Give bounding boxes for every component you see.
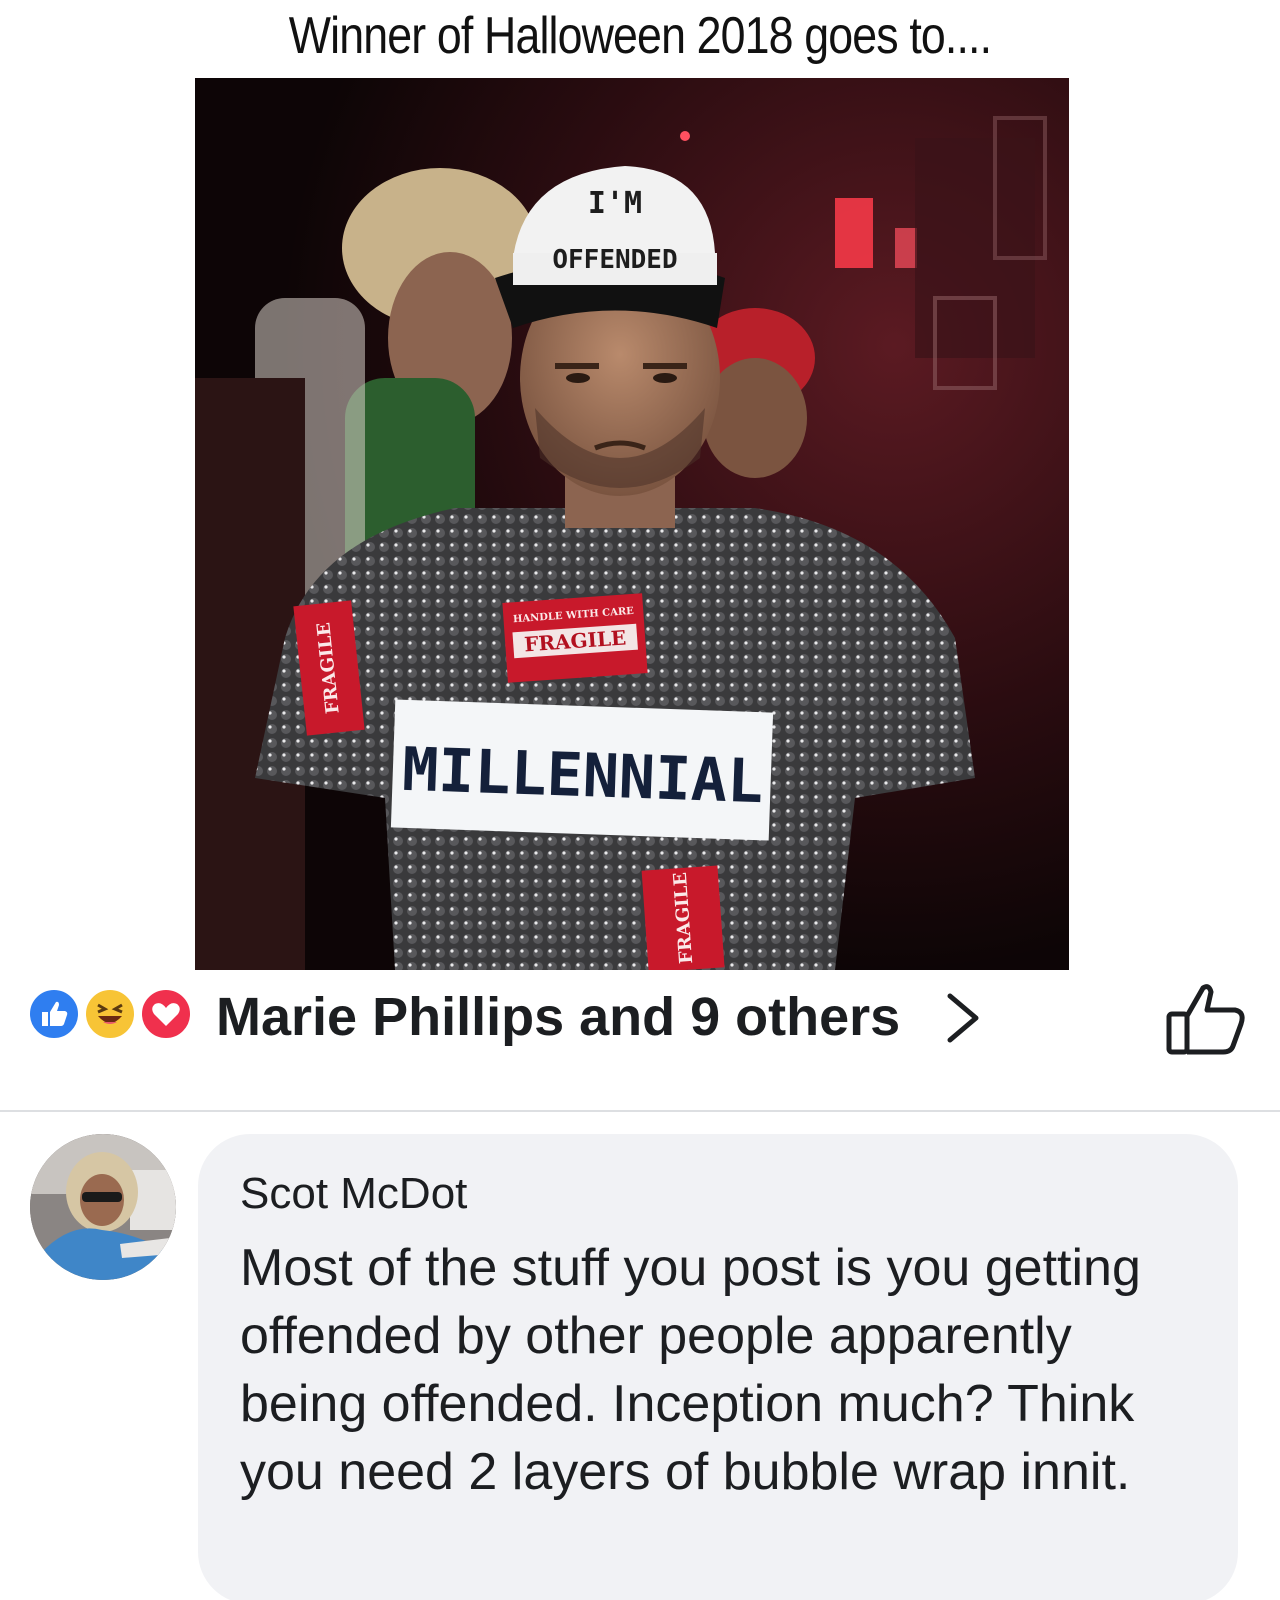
like-button-icon[interactable] [1161,978,1251,1058]
like-icon [26,986,82,1042]
photo-illustration: I'M OFFENDED MILLENNIAL FRAGILE HANDLE W… [195,78,1069,970]
love-icon [138,986,194,1042]
hat-text-line1: I'M [588,186,642,221]
chevron-right-icon[interactable] [936,990,992,1046]
comment-text: Most of the stuff you post is you gettin… [240,1239,1141,1501]
reactions-bar[interactable]: Marie Phillips and 9 others [26,978,1256,1055]
haha-icon [82,986,138,1042]
commenter-avatar[interactable] [30,1134,176,1280]
facebook-post-screenshot: Winner of Halloween 2018 goes to.... I'M… [0,0,1280,1600]
reaction-icons[interactable] [26,986,206,1042]
comment-bubble: Scot McDot Most of the stuff you post is… [198,1134,1238,1600]
post-photo[interactable]: I'M OFFENDED MILLENNIAL FRAGILE HANDLE W… [195,78,1069,970]
hat-text-line2: OFFENDED [552,245,677,275]
section-divider [0,1110,1280,1112]
reaction-summary[interactable]: Marie Phillips and 9 others [216,986,900,1048]
meme-title: Winner of Halloween 2018 goes to.... [288,7,992,65]
millennial-sign-text: MILLENNIAL [401,735,764,818]
avatar-image [30,1134,176,1280]
comment-author[interactable]: Scot McDot [240,1166,1196,1222]
